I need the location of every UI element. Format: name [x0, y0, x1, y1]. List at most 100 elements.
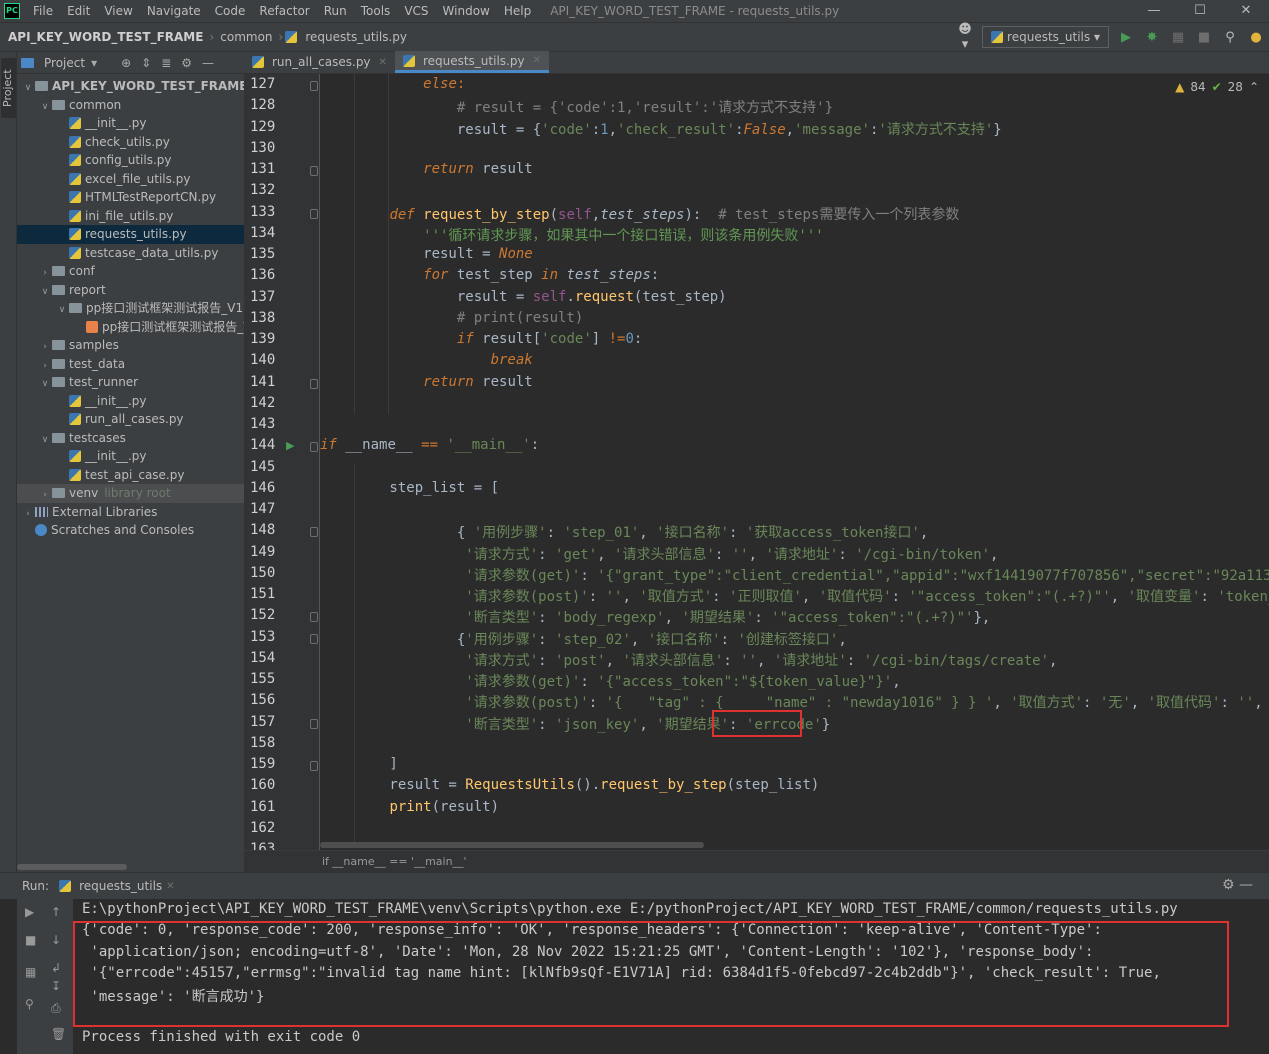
close-icon[interactable]: ✕: [1223, 0, 1269, 22]
menu-item[interactable]: Tools: [354, 0, 398, 22]
menu-item[interactable]: Window: [436, 0, 497, 22]
down-arrow-icon[interactable]: ↓: [51, 933, 61, 947]
menu-item[interactable]: View: [97, 0, 139, 22]
tree-item[interactable]: pp接口测试框架测试报告_V: [17, 318, 244, 337]
gear-icon[interactable]: ⚙: [181, 56, 192, 70]
chevron-down-icon[interactable]: ▾: [91, 56, 97, 70]
breadcrumb-folder[interactable]: common: [216, 30, 276, 44]
tree-item[interactable]: › External Libraries: [17, 503, 244, 522]
code-token: 'step_02': [555, 631, 631, 648]
menu-item[interactable]: Navigate: [140, 0, 208, 22]
tree-item[interactable]: › samples: [17, 336, 244, 355]
fold-marker-icon[interactable]: [310, 442, 318, 453]
close-icon[interactable]: ✕: [379, 57, 387, 68]
pin-icon[interactable]: ⚲: [25, 997, 34, 1011]
code-line: '请求参数(post)': '', '取值方式': '正则取值', '取值代码'…: [322, 586, 1269, 606]
up-arrow-icon[interactable]: ↑: [51, 905, 61, 919]
menu-item[interactable]: Refactor: [252, 0, 316, 22]
soft-wrap-icon[interactable]: ↲: [51, 961, 61, 975]
menu-item[interactable]: VCS: [397, 0, 435, 22]
run-icon[interactable]: ▶: [1117, 30, 1135, 45]
chevron-up-icon[interactable]: ⌃: [1249, 80, 1259, 94]
hide-icon[interactable]: —: [202, 56, 214, 70]
tree-item[interactable]: ∨ common: [17, 96, 244, 115]
tree-item[interactable]: __init__.py: [17, 447, 244, 466]
tree-item[interactable]: ∨ pp接口测试框架测试报告_V1.0: [17, 299, 244, 318]
scrollbar[interactable]: [17, 864, 127, 870]
code-token: return: [423, 373, 474, 390]
breadcrumb-project[interactable]: API_KEY_WORD_TEST_FRAME: [0, 30, 207, 44]
breadcrumb-file[interactable]: requests_utils.py: [301, 30, 411, 44]
project-tool-tab[interactable]: Project: [1, 58, 16, 118]
tree-item[interactable]: › conf: [17, 262, 244, 281]
search-icon[interactable]: ⚲: [1221, 30, 1239, 45]
tree-item[interactable]: ∨API_KEY_WORD_TEST_FRAMEE:\: [17, 77, 244, 96]
fold-marker-icon[interactable]: [310, 378, 318, 389]
rerun-icon[interactable]: ▶: [25, 905, 34, 919]
debug-icon[interactable]: ✸: [1143, 30, 1161, 45]
tree-item[interactable]: testcase_data_utils.py: [17, 244, 244, 263]
tree-item[interactable]: ini_file_utils.py: [17, 207, 244, 226]
project-view-selector[interactable]: Project: [44, 56, 85, 70]
tree-item[interactable]: › venv library root: [17, 484, 244, 503]
run-tab[interactable]: requests_utils ✕: [59, 879, 175, 893]
menu-item[interactable]: Edit: [60, 0, 97, 22]
tree-item[interactable]: requests_utils.py: [17, 225, 244, 244]
editor-tab[interactable]: run_all_cases.py ✕: [244, 51, 395, 73]
coverage-icon[interactable]: ▦: [1169, 30, 1187, 45]
fold-marker-icon[interactable]: [310, 166, 318, 176]
tree-item[interactable]: ∨ test_runner: [17, 373, 244, 392]
tree-item[interactable]: HTMLTestReportCN.py: [17, 188, 244, 207]
expand-all-icon[interactable]: ⇕: [141, 56, 151, 70]
code-editor[interactable]: 127 else: 128 # result = {'code':1,'resul…: [244, 74, 1269, 850]
fold-marker-icon[interactable]: [310, 208, 318, 219]
code-token: :: [846, 652, 864, 669]
stop-icon[interactable]: ■: [1195, 30, 1213, 45]
tree-item[interactable]: check_utils.py: [17, 133, 244, 152]
code-token: ,: [757, 652, 774, 669]
run-configuration-select[interactable]: requests_utils ▾: [982, 26, 1109, 48]
locate-icon[interactable]: ⊕: [121, 56, 131, 70]
fold-marker-icon[interactable]: [310, 81, 318, 91]
fold-marker-icon[interactable]: [310, 718, 318, 729]
close-icon[interactable]: ✕: [533, 55, 541, 66]
tree-item[interactable]: __init__.py: [17, 392, 244, 411]
run-gutter-icon[interactable]: ▶: [286, 439, 294, 452]
menu-item[interactable]: Code: [208, 0, 253, 22]
trash-icon[interactable]: 🗑: [51, 1027, 66, 1041]
tree-item[interactable]: excel_file_utils.py: [17, 170, 244, 189]
fold-marker-icon[interactable]: [310, 527, 318, 538]
menu-item[interactable]: Help: [497, 0, 538, 22]
inspection-widget[interactable]: ▲ 84 ✔ 28 ⌃: [1175, 80, 1259, 94]
tree-item[interactable]: › test_data: [17, 355, 244, 374]
tree-item[interactable]: ∨ testcases: [17, 429, 244, 448]
editor-breadcrumb[interactable]: if __name__ == '__main__': [244, 850, 1269, 872]
stop-icon[interactable]: ■: [25, 933, 36, 947]
tree-item[interactable]: config_utils.py: [17, 151, 244, 170]
layout-icon[interactable]: ▦: [25, 965, 36, 979]
print-icon[interactable]: ⎙: [51, 1001, 61, 1016]
maximize-icon[interactable]: ☐: [1177, 0, 1223, 22]
tree-item[interactable]: ∨ report: [17, 281, 244, 300]
code-token: break: [490, 352, 533, 369]
editor-tab[interactable]: requests_utils.py ✕: [394, 51, 549, 73]
tree-item[interactable]: __init__.py: [17, 114, 244, 133]
user-icon[interactable]: ☻▾: [956, 22, 974, 52]
fold-marker-icon[interactable]: [310, 633, 318, 644]
scroll-to-end-icon[interactable]: ↧: [51, 979, 61, 993]
tree-item[interactable]: run_all_cases.py: [17, 410, 244, 429]
collapse-all-icon[interactable]: ≣: [161, 56, 171, 70]
fold-marker-icon[interactable]: [310, 761, 318, 771]
code-token: :: [723, 652, 741, 669]
highlight-box: [73, 921, 1229, 1027]
fold-marker-icon[interactable]: [310, 612, 318, 623]
tree-item[interactable]: Scratches and Consoles: [17, 521, 244, 540]
menu-item[interactable]: File: [26, 0, 60, 22]
tree-item[interactable]: test_api_case.py: [17, 466, 244, 485]
minimize-icon[interactable]: —: [1131, 0, 1177, 22]
menu-item[interactable]: Run: [317, 0, 354, 22]
close-icon[interactable]: ✕: [166, 881, 174, 892]
update-icon[interactable]: ●: [1247, 30, 1265, 45]
gear-icon[interactable]: ⚙ —: [1222, 877, 1253, 893]
scrollbar[interactable]: [320, 842, 704, 848]
